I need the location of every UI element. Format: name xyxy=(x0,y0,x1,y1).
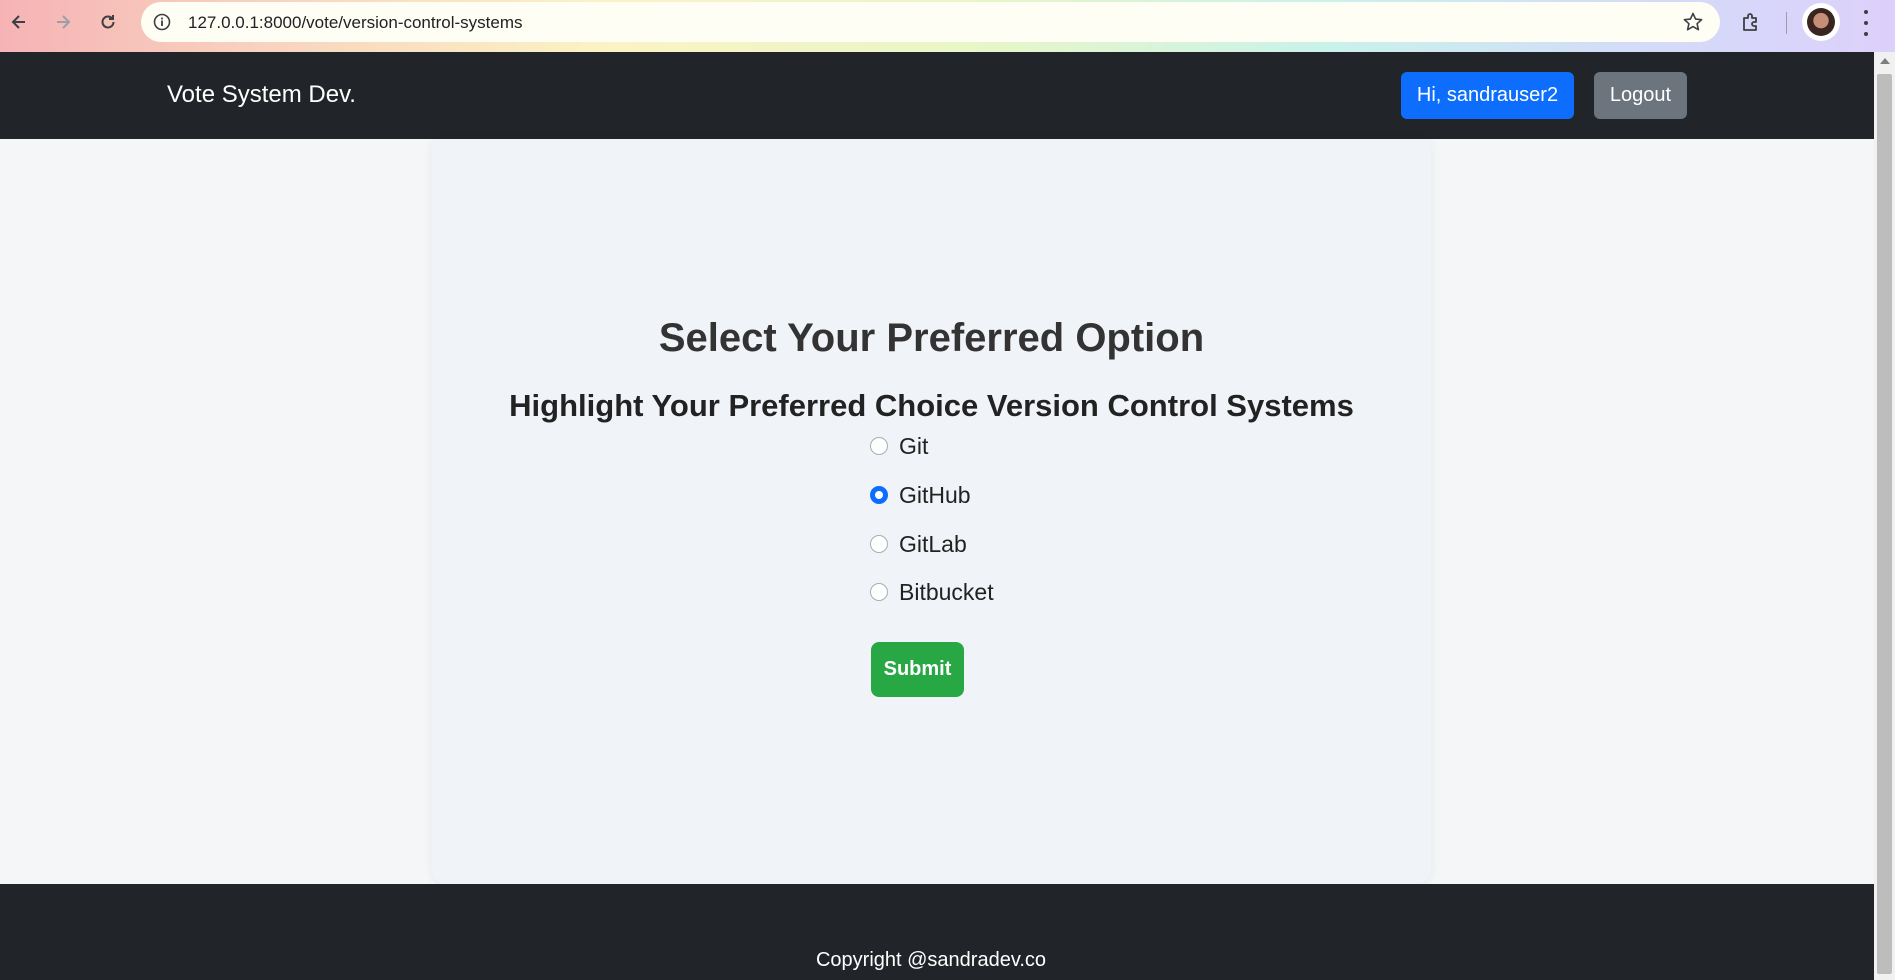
option-label: Git xyxy=(899,432,929,459)
radio-bitbucket[interactable] xyxy=(870,583,888,601)
profile-avatar[interactable] xyxy=(1802,3,1840,41)
site-navbar: Vote System Dev. Hi, sandrauser2 Logout xyxy=(0,52,1874,139)
site-info-icon[interactable] xyxy=(152,12,172,32)
reload-icon[interactable] xyxy=(95,9,121,35)
scroll-up-arrow-icon[interactable] xyxy=(1880,58,1890,64)
option-gitlab[interactable]: GitLab xyxy=(870,530,967,558)
option-label: GitLab xyxy=(899,530,967,557)
page-scrollbar[interactable] xyxy=(1874,52,1895,980)
vote-card: Select Your Preferred Option Highlight Y… xyxy=(432,139,1431,884)
more-menu-icon[interactable] xyxy=(1858,10,1874,36)
scroll-thumb[interactable] xyxy=(1877,74,1892,974)
toolbar-divider xyxy=(1786,12,1787,34)
option-git[interactable]: Git xyxy=(870,432,928,460)
site-footer: Copyright @sandradev.co xyxy=(0,884,1874,980)
option-label: GitHub xyxy=(899,481,971,508)
back-icon[interactable] xyxy=(6,9,32,35)
brand-title[interactable]: Vote System Dev. xyxy=(167,81,356,109)
radio-github[interactable] xyxy=(870,486,888,504)
radio-gitlab[interactable] xyxy=(870,535,888,553)
address-bar[interactable]: 127.0.0.1:8000/vote/version-control-syst… xyxy=(141,2,1720,42)
option-github[interactable]: GitHub xyxy=(870,481,971,509)
user-greeting-button[interactable]: Hi, sandrauser2 xyxy=(1401,72,1574,119)
forward-icon[interactable] xyxy=(50,9,76,35)
url-text[interactable]: 127.0.0.1:8000/vote/version-control-syst… xyxy=(188,13,523,33)
browser-toolbar: 127.0.0.1:8000/vote/version-control-syst… xyxy=(0,0,1895,52)
copyright-text: Copyright @sandradev.co xyxy=(815,949,1047,971)
option-bitbucket[interactable]: Bitbucket xyxy=(870,578,994,606)
bookmark-star-icon[interactable] xyxy=(1682,11,1704,33)
logout-button[interactable]: Logout xyxy=(1594,72,1687,119)
main-content: Select Your Preferred Option Highlight Y… xyxy=(0,139,1874,884)
page-title: Select Your Preferred Option xyxy=(658,316,1205,360)
option-label: Bitbucket xyxy=(899,578,994,605)
extensions-icon[interactable] xyxy=(1740,10,1764,34)
poll-subtitle: Highlight Your Preferred Choice Version … xyxy=(509,388,1354,423)
radio-git[interactable] xyxy=(870,437,888,455)
submit-button[interactable]: Submit xyxy=(871,642,964,697)
